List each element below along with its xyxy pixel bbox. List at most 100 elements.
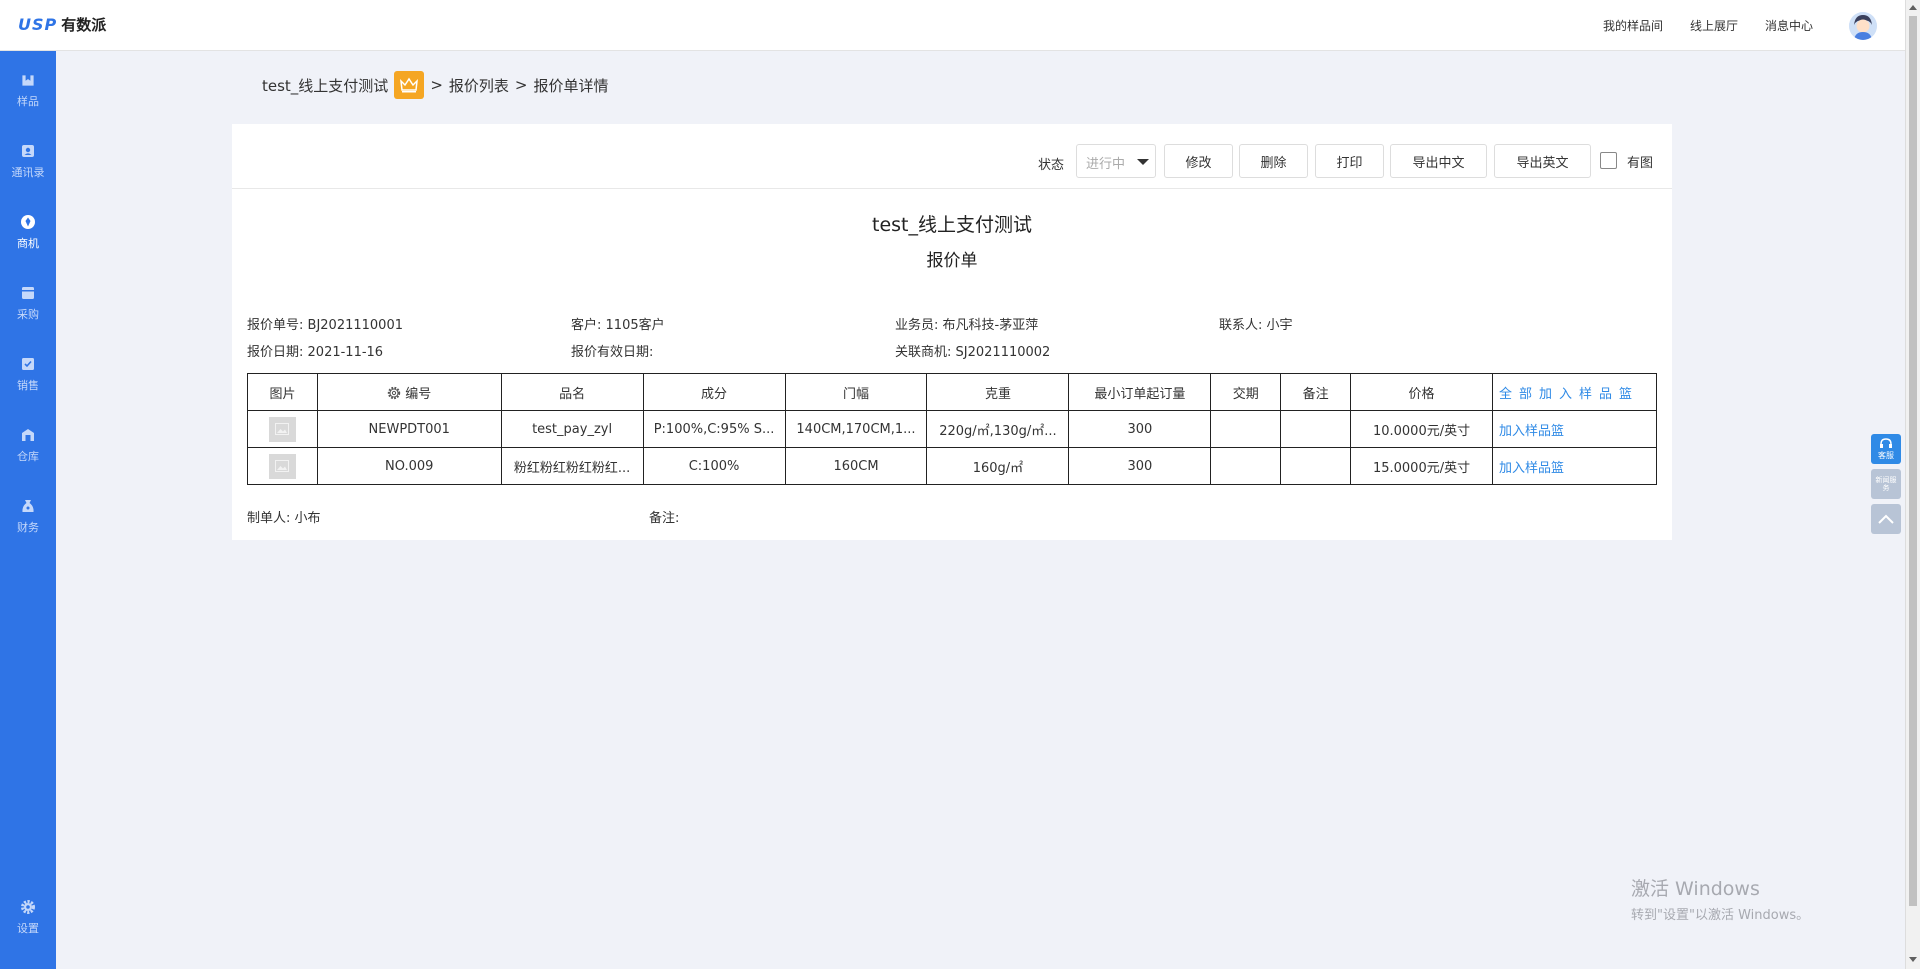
nav-message-center[interactable]: 消息中心 [1765,17,1813,34]
windows-activation-watermark: 激活 Windows 转到"设置"以激活 Windows。 [1631,874,1809,923]
document-subtitle: 报价单 [926,251,978,271]
add-all-to-basket-link[interactable]: 全部加入样品篮 [1491,373,1658,411]
quote-items-table: 图片 编号 品名 成分 门幅 克重 最小订单起订量 交期 备注 价格 全部加入样… [247,373,1658,485]
export-english-button[interactable]: 导出英文 [1494,144,1591,178]
sidebar-item-sales[interactable]: 销售 [0,346,56,402]
image-placeholder-icon[interactable] [268,453,296,479]
row-note [1280,410,1352,448]
sidebar-item-purchase[interactable]: 采购 [0,275,56,331]
row-width: 140CM,170CM,1... [784,410,928,448]
row-moq: 300 [1068,447,1212,485]
quote-no-value: BJ2021110001 [307,318,403,333]
col-composition: 成分 [642,373,786,411]
sidebar-item-opportunity[interactable]: 商机 [0,204,56,260]
row-name: test_pay_zyl [500,410,644,448]
sales-icon [22,357,34,370]
contact-value: 小宇 [1266,318,1293,333]
row-composition: C:100% [642,447,786,485]
row-width: 160CM [784,447,928,485]
add-to-basket-link[interactable]: 加入样品篮 [1491,447,1658,485]
sidebar-label: 通讯录 [11,165,45,179]
quote-detail-card: 状态 进行中 修改 删除 打印 导出中文 导出英文 有图 test_线上支付测试… [232,124,1672,540]
vertical-scrollbar[interactable] [1905,0,1920,969]
quote-no-label: 报价单号: [247,318,304,333]
with-image-label: 有图 [1627,156,1654,171]
quote-date-label: 报价日期: [247,345,304,360]
row-moq: 300 [1068,410,1212,448]
col-code[interactable]: 编号 [316,373,502,411]
row-composition: P:100%,C:95% S... [642,410,786,448]
top-nav: 我的样品间 线上展厅 消息中心 [1603,17,1813,34]
row-code: NEWPDT001 [316,410,502,448]
sidebar-item-warehouse[interactable]: 仓库 [0,417,56,473]
salesperson-value: 布凡科技-茅亚萍 [942,318,1039,333]
print-button[interactable]: 打印 [1315,144,1384,178]
breadcrumb-company[interactable]: test_线上支付测试 [262,75,388,96]
breadcrumb-quote-list[interactable]: 报价列表 [449,75,509,96]
gear-icon[interactable] [387,386,401,400]
table-row: NEWPDT001 test_pay_zyl P:100%,C:95% S...… [247,410,1658,448]
sidebar-item-contacts[interactable]: 通讯录 [0,133,56,189]
warehouse-icon [22,428,34,441]
quote-date-field: 报价日期: 2021-11-16 [247,341,383,360]
table-header-row: 图片 编号 品名 成分 门幅 克重 最小订单起订量 交期 备注 价格 全部加入样… [247,373,1658,411]
breadcrumb: test_线上支付测试 > 报价列表 > 报价单详情 [262,71,609,99]
sidebar-item-finance[interactable]: 财务 [0,488,56,544]
row-name: 粉红粉红粉红粉红... [500,447,644,485]
row-lead-time [1210,447,1282,485]
col-weight: 克重 [926,373,1070,411]
user-avatar[interactable] [1849,12,1877,40]
valid-date-label: 报价有效日期: [571,345,654,360]
row-price: 15.0000元/英寸 [1350,447,1493,485]
breadcrumb-separator: > [514,76,528,94]
back-to-top-button[interactable] [1871,504,1901,534]
document-title: test_线上支付测试 [872,214,1032,236]
crown-icon [394,71,425,99]
col-code-label: 编号 [405,386,432,402]
status-value: 进行中 [1086,157,1126,172]
scroll-down-arrow-icon[interactable] [1909,957,1917,962]
col-note: 备注 [1280,373,1352,411]
with-image-checkbox[interactable] [1600,152,1617,169]
sidebar-item-sample[interactable]: 样品 [0,62,56,118]
scroll-up-arrow-icon[interactable] [1909,5,1917,10]
add-to-basket-link[interactable]: 加入样品篮 [1491,410,1658,448]
related-opportunity-field: 关联商机: SJ2021110002 [895,341,1050,360]
col-lead-time: 交期 [1210,373,1282,411]
scrollbar-thumb[interactable] [1909,16,1917,906]
breadcrumb-separator: > [430,76,443,94]
sidebar-item-settings[interactable]: 设置 [0,889,56,945]
row-image-cell [247,410,318,448]
gear-icon [21,899,35,914]
watermark-line2: 转到"设置"以激活 Windows。 [1631,908,1810,923]
status-select[interactable]: 进行中 [1076,144,1156,178]
logo-mark: USP [18,15,58,34]
related-opportunity-value[interactable]: SJ2021110002 [956,345,1051,360]
col-image: 图片 [247,373,318,411]
headset-icon [1880,437,1892,448]
app-logo[interactable]: USP 有数派 [18,14,106,35]
sidebar-label: 仓库 [17,449,39,463]
sidebar-label: 采购 [17,307,39,321]
table-row: NO.009 粉红粉红粉红粉红... C:100% 160CM 160g/㎡ 3… [247,447,1658,485]
purchase-icon [22,286,34,299]
remark-label: 备注: [649,511,680,526]
maker-value: 小布 [294,511,321,526]
salesperson-field: 业务员: 布凡科技-茅亚萍 [895,314,1038,333]
maker-field: 制单人: 小布 [247,507,321,526]
caret-down-icon [1137,159,1149,165]
news-service-button[interactable]: 新闻服务 [1871,469,1901,499]
contact-field: 联系人: 小宇 [1219,314,1293,333]
top-header: USP 有数派 我的样品间 线上展厅 消息中心 [0,0,1905,51]
edit-button[interactable]: 修改 [1164,144,1233,178]
delete-button[interactable]: 删除 [1239,144,1308,178]
nav-online-showroom[interactable]: 线上展厅 [1690,17,1738,34]
customer-service-button[interactable]: 客服 [1871,434,1901,464]
customer-field: 客户: 1105客户 [571,314,665,333]
row-code: NO.009 [316,447,502,485]
row-weight: 220g/㎡,130g/㎡... [926,410,1070,448]
image-placeholder-icon[interactable] [268,416,296,442]
nav-my-sample-room[interactable]: 我的样品间 [1603,17,1663,34]
row-price: 10.0000元/英寸 [1350,410,1493,448]
export-chinese-button[interactable]: 导出中文 [1390,144,1487,178]
